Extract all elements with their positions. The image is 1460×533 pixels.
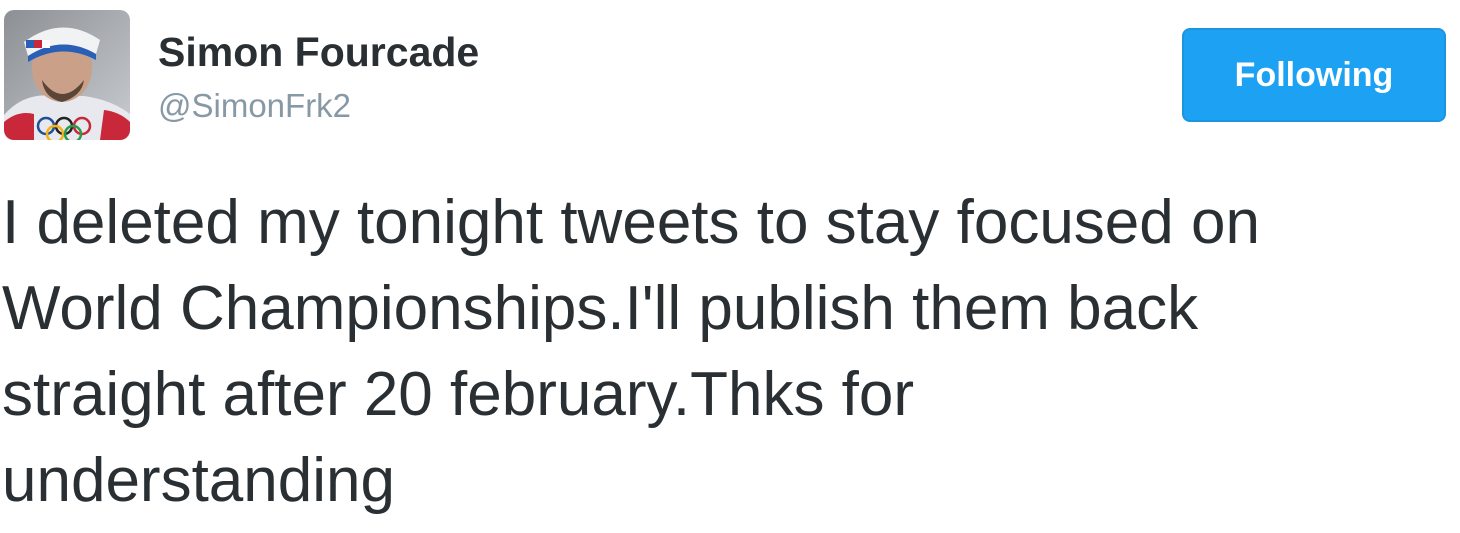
avatar[interactable] <box>4 10 130 140</box>
avatar-photo-icon <box>4 10 130 140</box>
user-info[interactable]: Simon Fourcade @SimonFrk2 <box>158 28 479 126</box>
display-name[interactable]: Simon Fourcade <box>158 28 479 76</box>
user-handle[interactable]: @SimonFrk2 <box>158 86 479 126</box>
tweet-text: I deleted my tonight tweets to stay focu… <box>2 188 1260 515</box>
tweet-card: Simon Fourcade @SimonFrk2 Following I de… <box>0 0 1460 533</box>
following-button[interactable]: Following <box>1182 28 1446 122</box>
